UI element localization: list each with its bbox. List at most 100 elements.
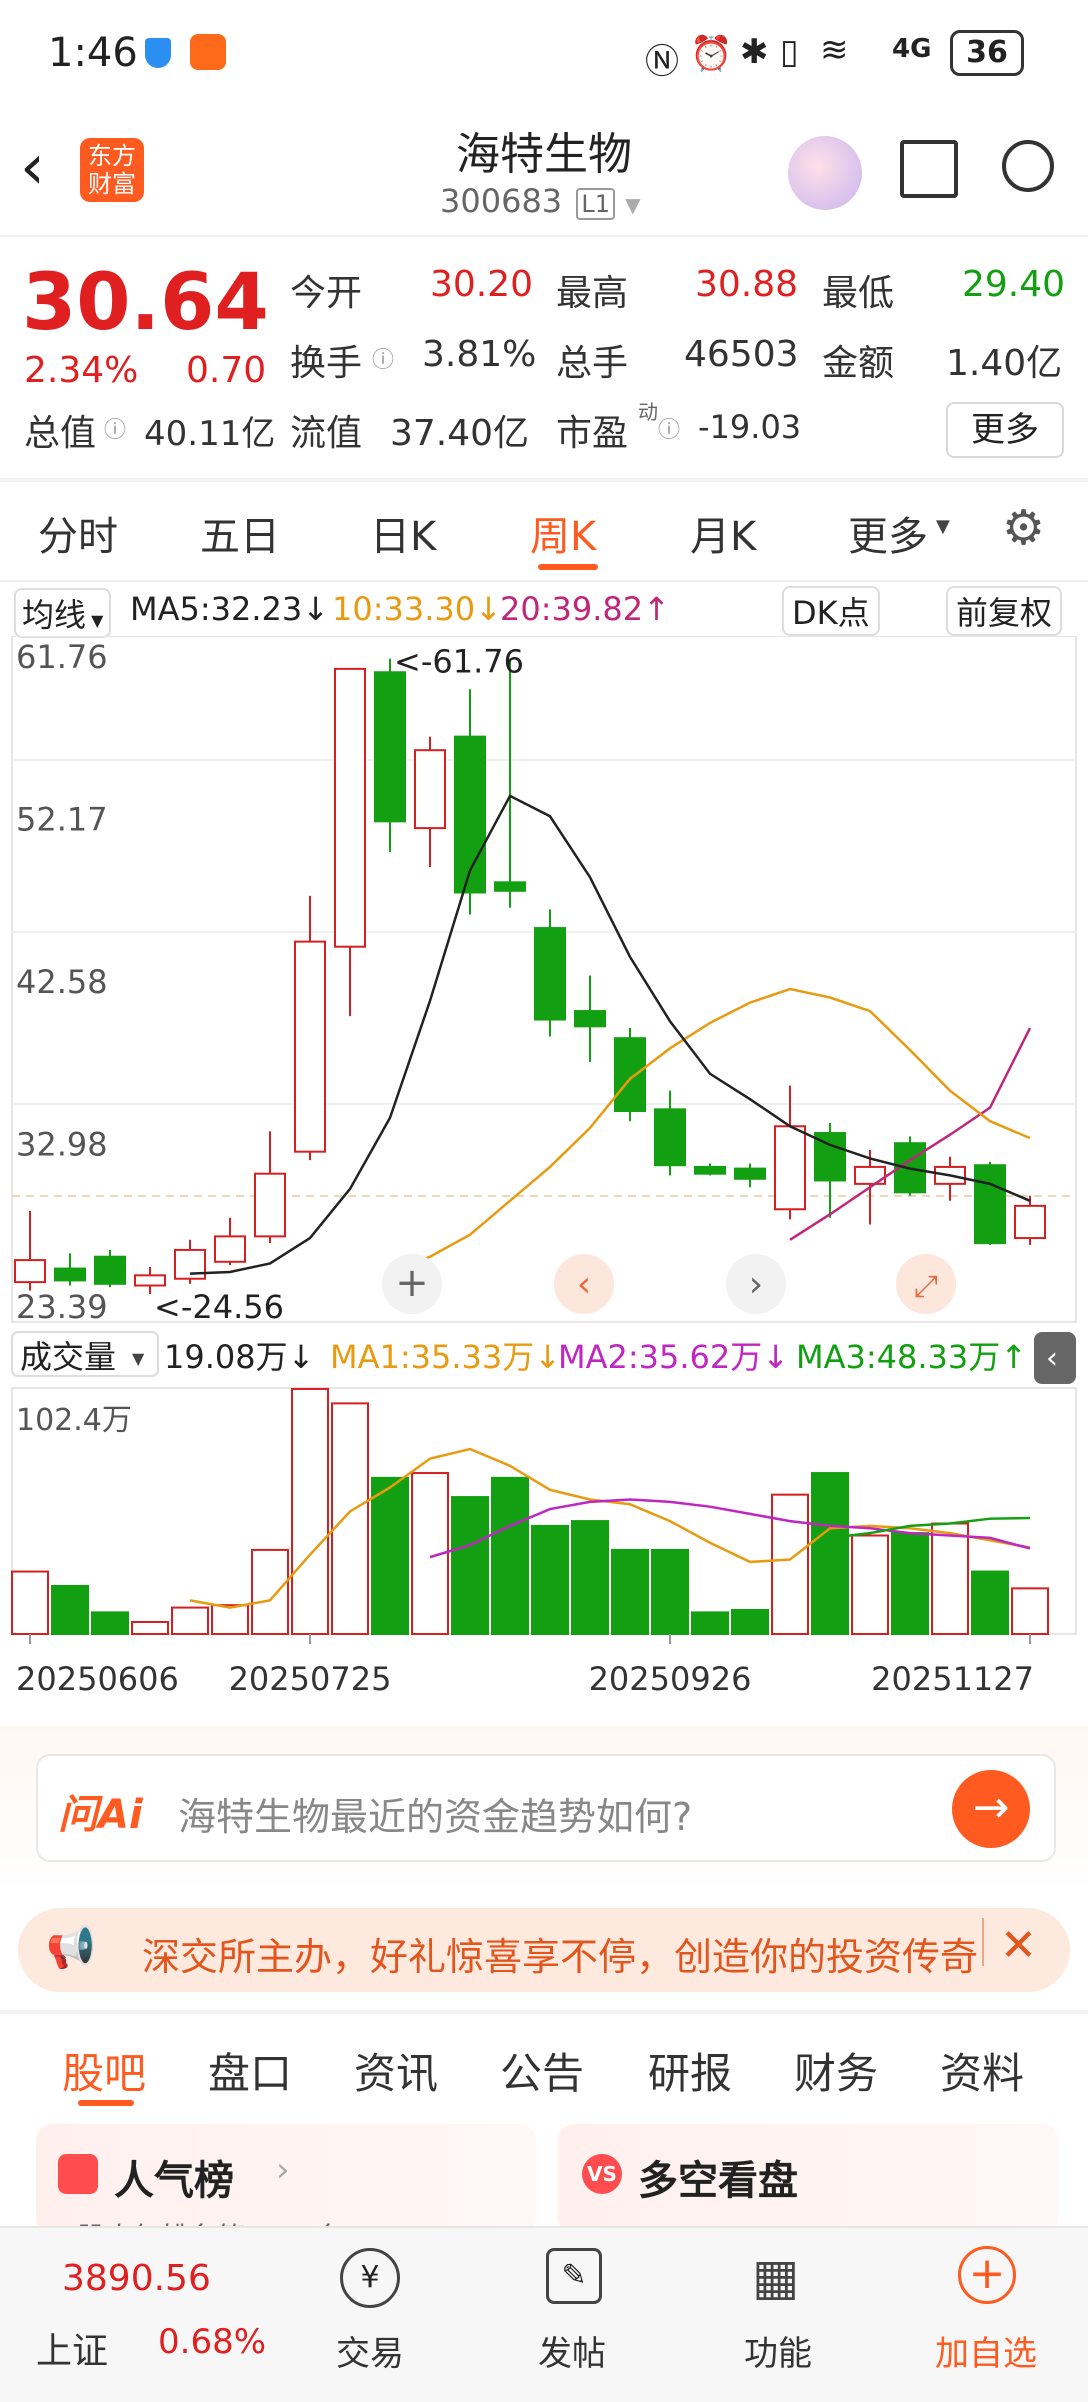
bull-bear-title: 多空看盘 [638,2158,798,2204]
pe-value: -19.03 [698,408,802,446]
y-axis-label: 61.76 [16,638,108,676]
post-button[interactable]: ✎ 发帖 [502,2228,642,2402]
trade-button[interactable]: ¥ 交易 [300,2228,440,2402]
candle [14,1210,46,1291]
volume-bar [811,1472,849,1635]
open-label: 今开 [290,273,363,314]
volume-bar [291,1387,329,1635]
ai-ask-bar[interactable]: 问Ai 海特生物最近的资金趋势如何? → [36,1754,1056,1862]
promo-banner[interactable]: 📢 深交所主办，好礼惊喜享不停，创造你的投资传奇 ✕ [18,1908,1070,1992]
nfc-icon: Ⓝ [645,42,679,82]
volume-bar [251,1548,289,1635]
battery-icon: 36 [950,30,1024,76]
tab-financials[interactable]: 财务 [794,2040,878,2101]
candle [694,1163,726,1176]
candle [334,667,366,1017]
period-tabs: 分时 五日 日K 周K 月K 更多 ▼ ⚙ [0,482,1088,582]
volume-bar [211,1604,249,1635]
active-tab-indicator [538,564,598,570]
tab-intraday[interactable]: 分时 [38,504,118,562]
candle [254,1131,286,1244]
tab-daily-k[interactable]: 日K [370,504,436,562]
vma1-value: MA1:35.33万↓ [330,1338,561,1376]
k-line-chart[interactable]: 61.76 52.17 42.58 32.98 23.39 <-61.76 <-24.56… [0,636,1088,1746]
popularity-title: 人气榜 [114,2158,234,2204]
amount-label: 金额 [822,343,895,384]
ma10-value: 10:33.30↓ [332,590,502,628]
share-icon[interactable] [900,140,958,198]
search-icon[interactable] [1002,140,1054,192]
low-label: 最低 [822,273,895,314]
ma-selector[interactable]: 均线 ▼ [14,588,112,638]
candle [614,1028,646,1122]
volume-bar [651,1548,689,1635]
shield-icon [145,38,171,68]
content-tabs: 股吧 盘口 资讯 公告 研报 财务 资料 [0,2014,1088,2114]
add-watchlist-button[interactable]: + 加自选 [916,2228,1056,2402]
candle [814,1122,846,1218]
divider [982,1918,984,1966]
volume-bar [331,1402,369,1635]
grid-icon: ▦ [752,2248,800,2306]
volume-bar [611,1548,649,1635]
volume-bar [11,1570,49,1635]
candle [214,1217,246,1266]
tab-five-day[interactable]: 五日 [200,504,280,562]
close-icon[interactable]: ✕ [1000,1920,1037,1971]
y-axis-label: 23.39 [16,1288,108,1326]
bottom-nav: 3890.56 上证 0.68% ¥ 交易 ✎ 发帖 ▦ 功能 + 加自选 [0,2226,1088,2402]
candle [774,1085,806,1220]
tab-announcements[interactable]: 公告 [500,2040,584,2101]
volume-bar [931,1522,969,1635]
active-tab-indicator [78,2100,134,2106]
tab-more[interactable]: 更多 [848,504,928,562]
tab-guba[interactable]: 股吧 [62,2040,146,2101]
chevron-down-icon: ▼ [936,516,950,537]
plus-icon: + [395,1260,429,1306]
add-watchlist-label: 加自选 [935,2334,1037,2374]
candle [174,1239,206,1284]
pe-type: 动 [638,400,658,424]
ma-indicator-bar: 均线 ▼ MA5:32.23↓ 10:33.30↓ 20:39.82↑ DK点 … [0,582,1088,638]
add-icon: + [958,2246,1016,2304]
ma20-value: 20:39.82↑ [500,590,670,628]
megaphone-icon: 📢 [46,1925,96,1971]
volume-selector-label: 成交量 [20,1338,116,1376]
ai-assistant-icon[interactable] [788,136,862,210]
tab-news[interactable]: 资讯 [354,2040,438,2101]
settings-icon[interactable]: ⚙ [1002,500,1045,556]
functions-button[interactable]: ▦ 功能 [708,2228,848,2402]
tab-weekly-k[interactable]: 周K [530,504,596,562]
popularity-card[interactable]: 人气榜 › A股人气排名第3000名 [36,2124,536,2234]
chevron-left-icon: ‹ [577,1264,591,1305]
stock-code[interactable]: 300683 L1 ▼ [440,182,641,220]
bluetooth-icon: ✱ [740,32,769,72]
bull-bear-card[interactable]: VS 多空看盘 [558,2124,1058,2234]
chevron-left-icon: ‹ [1046,1341,1058,1376]
volume-bar [131,1620,169,1635]
amount-value: 1.40亿 [946,343,1063,384]
wifi-icon: ≋ [820,30,849,70]
candle [414,736,446,868]
network-icon: 4G [892,34,932,64]
tab-order-book[interactable]: 盘口 [208,2040,292,2101]
divider [0,235,1088,237]
change-amount: 0.70 [186,350,267,391]
chevron-down-icon: ▼ [132,1349,145,1368]
high-annotation: <-61.76 [394,643,524,681]
arrow-right-icon[interactable]: → [952,1770,1030,1848]
tab-monthly-k[interactable]: 月K [690,504,756,562]
tab-profile[interactable]: 资料 [940,2040,1024,2101]
info-icon[interactable]: ⓘ [372,342,394,374]
tab-research[interactable]: 研报 [648,2040,732,2101]
more-button[interactable]: 更多 [946,402,1064,458]
index-ticker[interactable]: 3890.56 上证 0.68% [0,2228,270,2402]
volume-bar [531,1524,569,1635]
dk-point-toggle[interactable]: DK点 [782,586,880,636]
adjust-mode-button[interactable]: 前复权 [946,586,1063,636]
volume-max-label: 102.4万 [16,1403,132,1438]
y-axis-label: 52.17 [16,800,108,838]
info-icon[interactable]: ⓘ [104,412,126,444]
info-icon[interactable]: ⓘ [658,412,680,444]
change-pct: 2.34% [24,350,139,391]
